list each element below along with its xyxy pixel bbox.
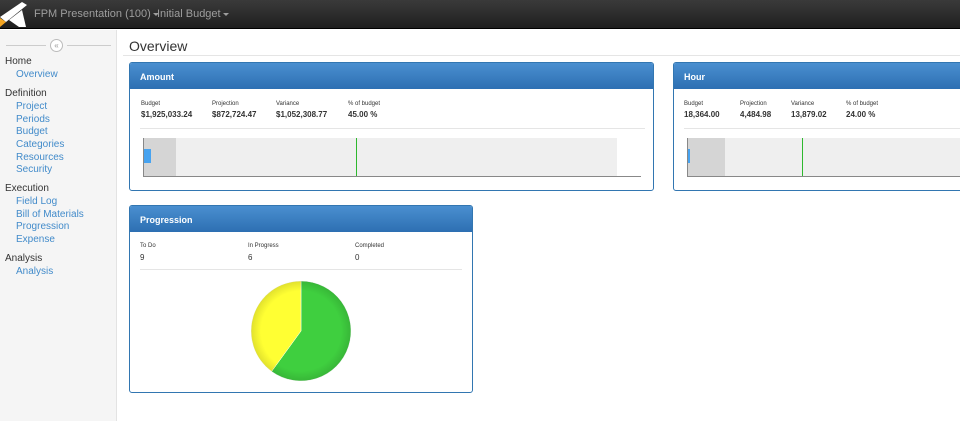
chevron-down-icon — [222, 12, 229, 16]
gauge-axis — [143, 138, 144, 176]
hour-budget-gauge — [687, 138, 960, 176]
hour-panel: Hour Budget 18,364.00 Projection 4,484.9… — [673, 62, 960, 191]
sidebar-item-resources[interactable]: Resources — [16, 152, 64, 163]
amount-percent-value: 45.00 % — [348, 110, 378, 119]
hour-variance-label: Variance — [791, 101, 815, 107]
hour-percent-value: 24.00 % — [846, 110, 876, 119]
sidebar-collapse-row: « — [0, 39, 117, 52]
sidebar-item-security[interactable]: Security — [16, 164, 52, 175]
in-progress-label: In Progress — [248, 243, 279, 249]
budget-marker — [356, 138, 358, 176]
sidebar-group-definition: Definition — [5, 88, 47, 99]
hour-variance-value: 13,879.02 — [791, 110, 827, 119]
in-progress-value: 6 — [248, 253, 253, 262]
projection-bar — [687, 138, 726, 176]
divider — [140, 269, 462, 270]
hour-panel-title: Hour — [674, 63, 960, 89]
sidebar-item-progression[interactable]: Progression — [16, 221, 69, 232]
divider — [67, 45, 111, 46]
sidebar-group-analysis: Analysis — [5, 253, 43, 264]
budget-dropdown-label: Initial Budget — [157, 8, 221, 20]
gauge-axis — [687, 176, 960, 177]
todo-value: 9 — [140, 253, 145, 262]
amount-percent-label: % of budget — [348, 101, 381, 107]
amount-variance-value: $1,052,308.77 — [276, 110, 328, 119]
amount-budget-label: Budget — [141, 101, 161, 107]
sidebar-item-overview[interactable]: Overview — [16, 69, 58, 80]
sidebar-item-bill-of-materials[interactable]: Bill of Materials — [16, 209, 84, 220]
actual-bar — [143, 149, 151, 163]
sidebar-item-expense[interactable]: Expense — [16, 234, 55, 245]
sidebar-group-home: Home — [5, 56, 32, 67]
completed-value: 0 — [355, 253, 360, 262]
amount-budget-value: $1,925,033.24 — [141, 110, 193, 119]
divider — [6, 45, 46, 46]
divider — [123, 55, 960, 56]
gauge-axis — [143, 176, 641, 177]
amount-variance-label: Variance — [276, 101, 300, 107]
budget-dropdown[interactable]: Initial Budget — [157, 8, 229, 20]
top-navbar: FPM Presentation (100) Initial Budget — [0, 0, 960, 29]
app-logo-icon[interactable] — [0, 0, 28, 29]
sidebar-group-execution: Execution — [5, 183, 49, 194]
hour-projection-value: 4,484.98 — [740, 110, 772, 119]
todo-label: To Do — [140, 243, 156, 249]
page-title: Overview — [129, 38, 188, 54]
progression-panel-title: Progression — [130, 206, 472, 232]
sidebar-item-categories[interactable]: Categories — [16, 139, 64, 150]
divider — [684, 128, 960, 129]
amount-panel-title: Amount — [130, 63, 653, 89]
hour-percent-label: % of budget — [846, 101, 879, 107]
hour-projection-label: Projection — [740, 101, 767, 107]
project-dropdown[interactable]: FPM Presentation (100) — [34, 8, 159, 20]
sidebar-item-analysis[interactable]: Analysis — [16, 266, 53, 277]
sidebar-item-periods[interactable]: Periods — [16, 114, 50, 125]
sidebar: « Home Overview Definition Project Perio… — [0, 30, 117, 421]
amount-projection-value: $872,724.47 — [212, 110, 257, 119]
gauge-axis — [687, 138, 688, 176]
amount-projection-label: Projection — [212, 101, 239, 107]
sidebar-item-budget[interactable]: Budget — [16, 126, 48, 137]
progression-panel: Progression To Do 9 In Progress 6 Comple… — [129, 205, 473, 393]
project-dropdown-label: FPM Presentation (100) — [34, 8, 151, 20]
budget-marker — [802, 138, 804, 176]
hour-budget-value: 18,364.00 — [684, 110, 720, 119]
collapse-sidebar-button[interactable]: « — [50, 39, 63, 52]
amount-budget-gauge — [143, 138, 617, 176]
completed-label: Completed — [355, 243, 385, 249]
amount-panel: Amount Budget $1,925,033.24 Projection $… — [129, 62, 654, 191]
sidebar-item-field-log[interactable]: Field Log — [16, 196, 57, 207]
sidebar-item-project[interactable]: Project — [16, 101, 47, 112]
divider — [140, 128, 645, 129]
hour-budget-label: Budget — [684, 101, 704, 107]
progression-pie-chart — [250, 280, 352, 382]
